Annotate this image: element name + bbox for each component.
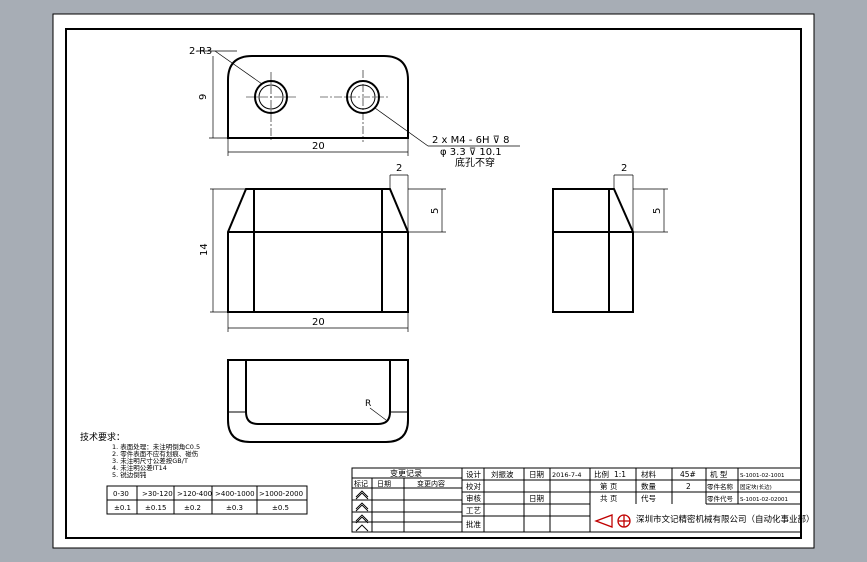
tb-model-value: S-1001-02-1001 xyxy=(740,473,784,479)
tol-value: ±0.1 xyxy=(114,504,131,512)
revision-header: 日期 xyxy=(377,480,391,488)
tol-value: ±0.2 xyxy=(184,504,201,512)
tb-code-label: 代号 xyxy=(641,493,656,503)
tb-material-label: 材料 xyxy=(641,469,656,479)
front-chamfer-height-dim: 5 xyxy=(430,208,441,214)
tol-header: >120-400 xyxy=(177,490,212,498)
side-chamfer-height-dim: 5 xyxy=(652,208,663,214)
revision-title: 变更记录 xyxy=(390,468,422,478)
tb-row-label: 批准 xyxy=(466,519,481,529)
tech-req-title: 技术要求： xyxy=(80,431,125,443)
tech-req-item: 5. 锐边倒钝 xyxy=(112,470,147,479)
tb-row-label: 设计 xyxy=(466,469,481,479)
tol-value: ±0.5 xyxy=(272,504,289,512)
tb-qty-value: 2 xyxy=(686,482,691,491)
tb-scale-label: 比例 xyxy=(594,469,609,479)
front-width-dim: 20 xyxy=(312,317,325,328)
hole-note-line3: 底孔不穿 xyxy=(455,156,495,169)
radius-note: 2-R3 xyxy=(189,46,212,57)
hole-note-line1: 2 x M4 - 6H ⊽ 8 xyxy=(432,135,510,146)
hole-note-line2: φ 3.3 ⊽ 10.1 xyxy=(440,147,502,158)
tb-date-value: 2016-7-4 xyxy=(552,471,582,479)
bottom-radius-label: R xyxy=(365,399,371,409)
tol-header: >1000-2000 xyxy=(259,490,303,498)
side-chamfer-dim: 2 xyxy=(621,163,627,174)
tb-row-label: 工艺 xyxy=(466,506,481,515)
tb-date-label: 日期 xyxy=(529,470,544,479)
tb-part-name-value: 固定块(长边) xyxy=(740,483,772,491)
tb-row-label: 校对 xyxy=(466,481,481,491)
front-chamfer-dim: 2 xyxy=(396,163,402,174)
top-height-dim: 9 xyxy=(198,94,209,100)
tb-designer: 刘振波 xyxy=(491,469,514,479)
top-width-dim: 20 xyxy=(312,141,325,152)
front-height-dim: 14 xyxy=(199,243,210,256)
revision-header: 变更内容 xyxy=(417,479,445,488)
tol-value: ±0.3 xyxy=(226,504,243,512)
tb-part-no-value: S-1001-02-02001 xyxy=(740,497,788,503)
revision-header: 标记 xyxy=(354,479,368,488)
tb-model-label: 机 型 xyxy=(710,469,728,479)
tb-sheet-label: 第 页 xyxy=(600,481,618,491)
tol-value: ±0.15 xyxy=(145,504,166,512)
tb-date-label: 日期 xyxy=(529,494,544,503)
tol-header: >400-1000 xyxy=(215,490,255,498)
tb-part-name-label: 零件名称 xyxy=(707,482,734,491)
tb-qty-label: 数量 xyxy=(641,481,656,491)
tol-header: 0-30 xyxy=(113,490,129,498)
tb-part-no-label: 零件代号 xyxy=(707,494,734,503)
tb-scale-value: 1:1 xyxy=(614,470,626,479)
tb-row-label: 审核 xyxy=(466,493,481,503)
tb-total-label: 共 页 xyxy=(600,494,618,503)
tb-company: 深圳市文记精密机械有限公司（自动化事业部） xyxy=(636,514,815,525)
tol-header: >30-120 xyxy=(142,490,173,498)
tb-material-value: 45# xyxy=(680,470,696,479)
cad-drawing: 2-R3 9 20 2 x M4 - 6H ⊽ 8 φ 3.3 ⊽ 10.1 底… xyxy=(52,13,815,549)
